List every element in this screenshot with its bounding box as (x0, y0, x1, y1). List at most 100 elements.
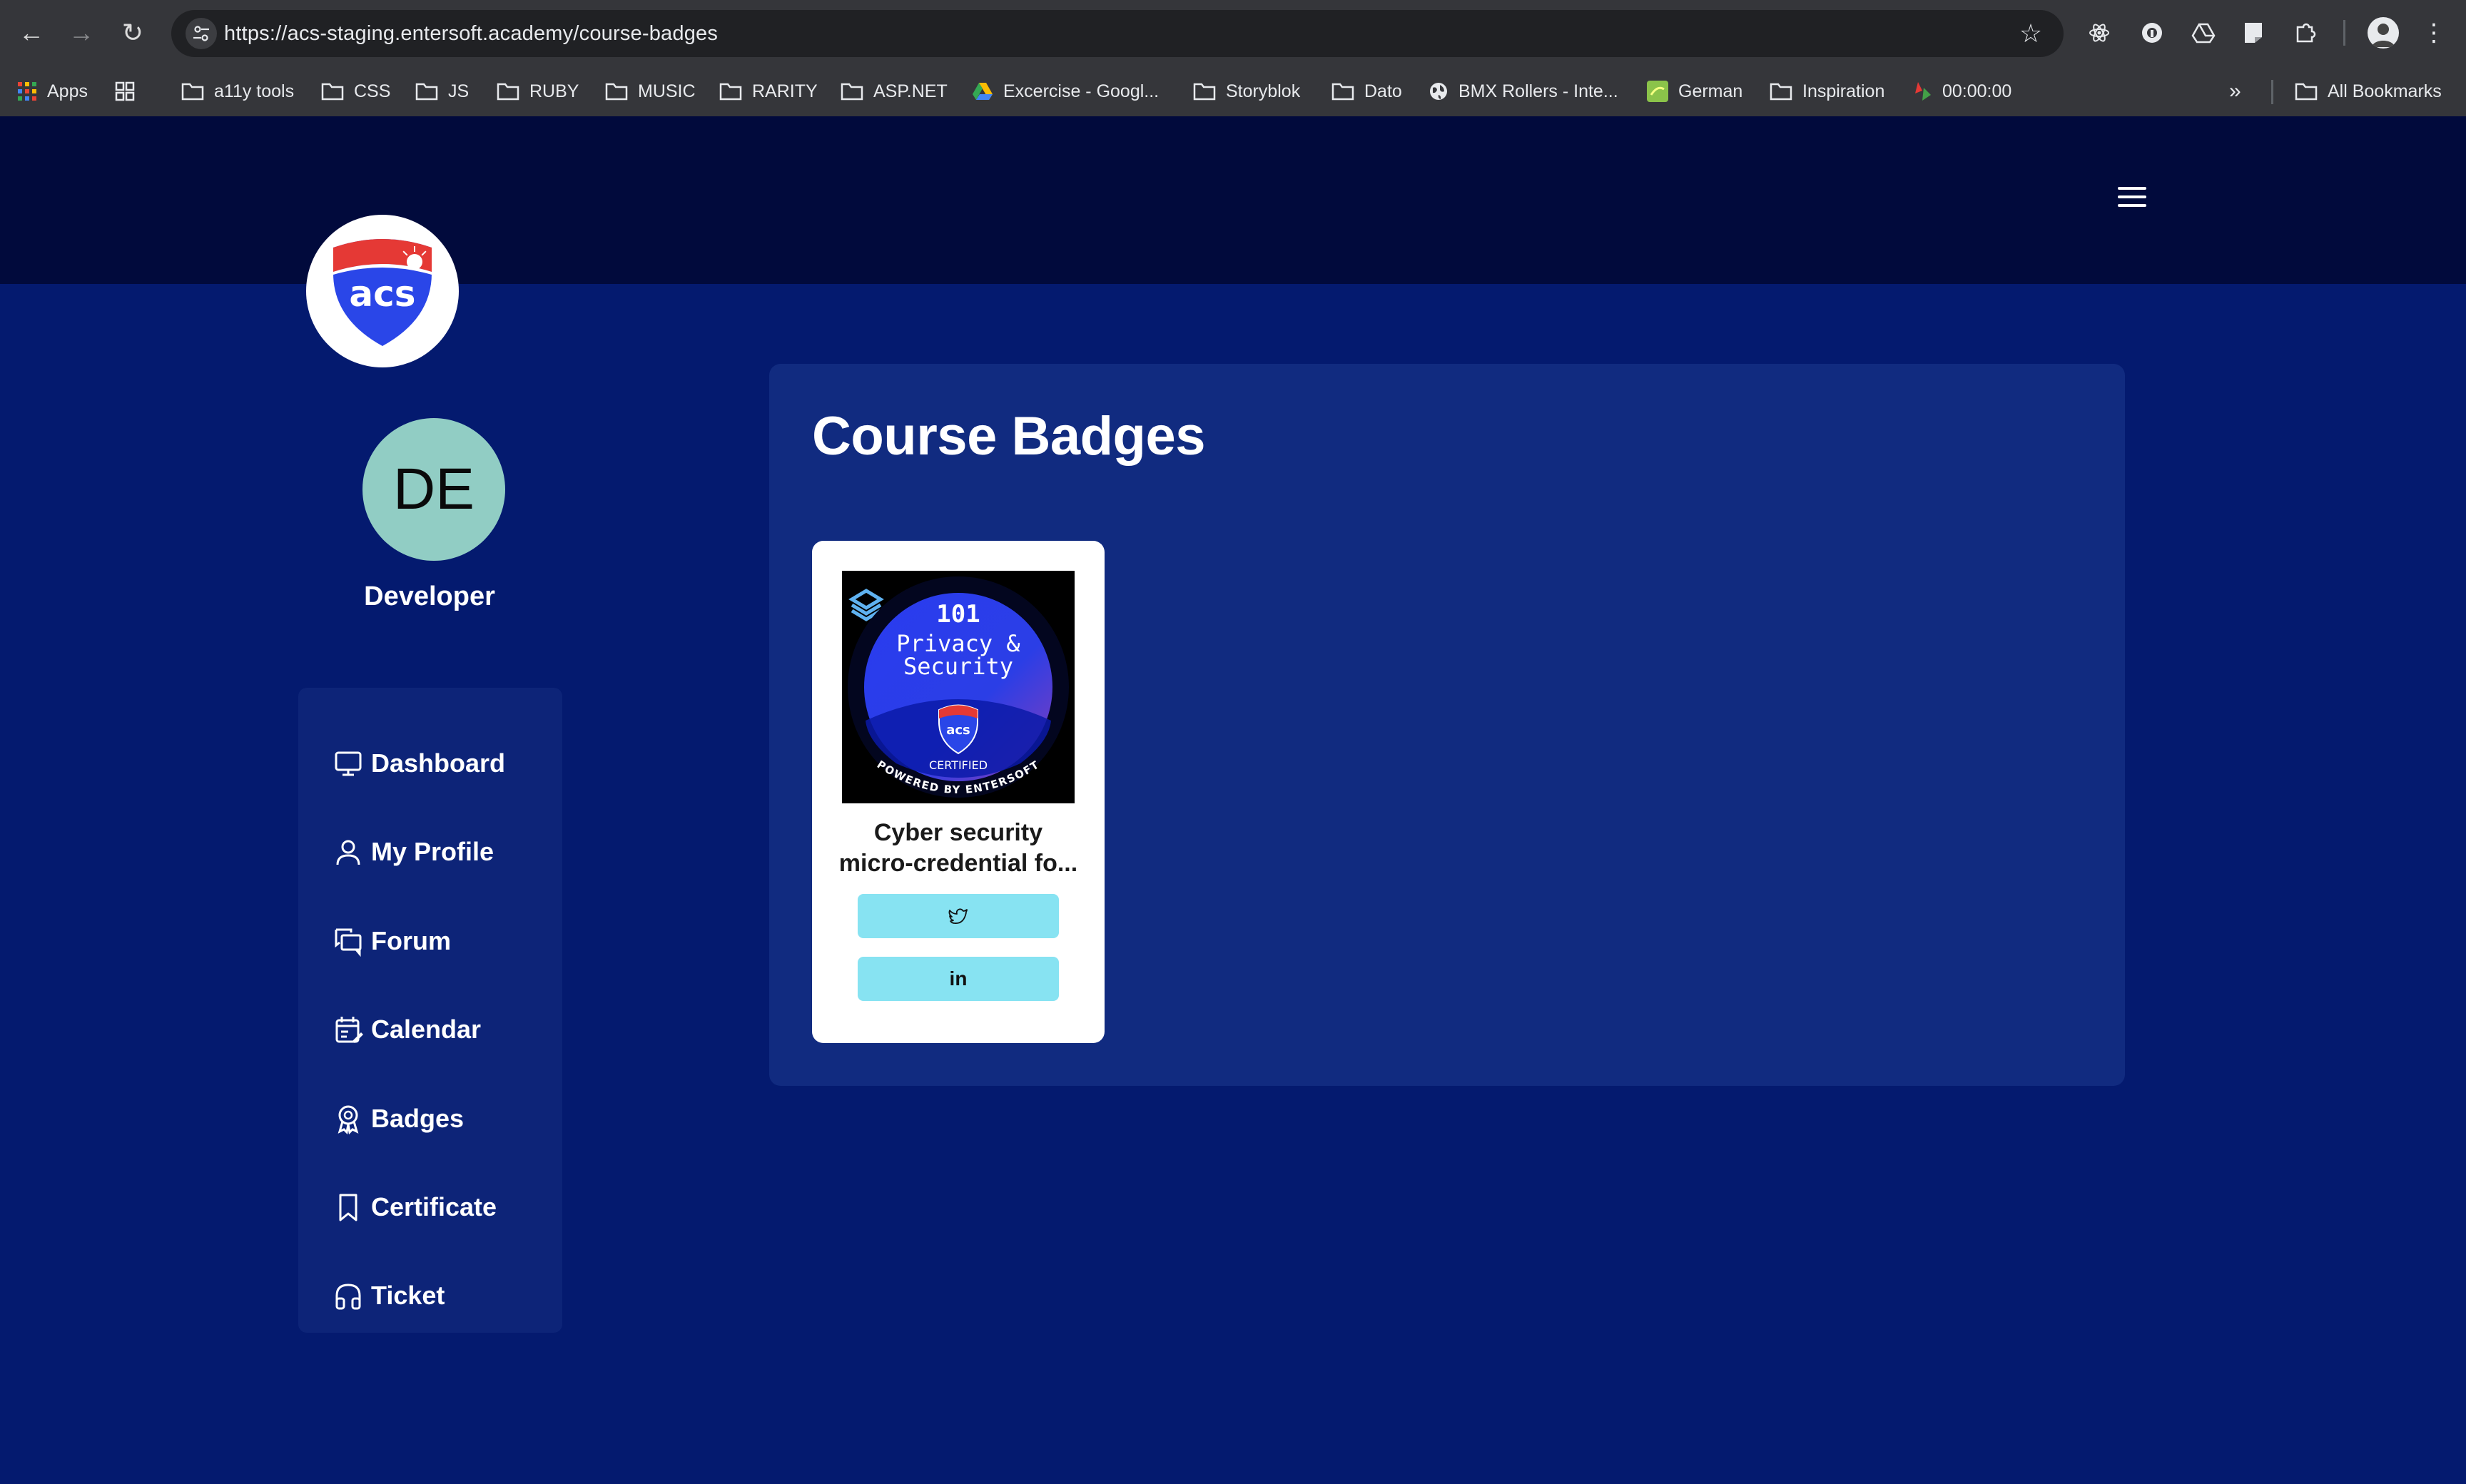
bookmark-folder-aspnet[interactable]: ASP.NET (841, 68, 948, 115)
acs-shield-icon: acs (333, 239, 432, 346)
bookmark-label: Inspiration (1802, 81, 1885, 101)
sidebar-item-badges[interactable]: Badges (333, 1099, 464, 1139)
sidebar-item-dashboard[interactable]: Dashboard (333, 743, 505, 783)
headphones-icon (335, 1284, 361, 1310)
bookmark-folder-rarity[interactable]: RARITY (719, 68, 818, 115)
bookmark-folder-css[interactable]: CSS (321, 68, 390, 115)
sidebar-item-label: My Profile (371, 837, 494, 866)
all-bookmarks-folder[interactable]: All Bookmarks (2295, 68, 2442, 115)
badge-card[interactable]: 101 Privacy & Security acs CERTIFIED POW… (812, 541, 1105, 1043)
folder-icon (841, 83, 863, 101)
bookmark-label: a11y tools (214, 81, 295, 101)
drive-extension-icon[interactable] (2188, 17, 2219, 49)
badge-image[interactable]: 101 Privacy & Security acs CERTIFIED POW… (842, 571, 1075, 803)
user-icon (336, 840, 360, 865)
badge-title: Cyber security micro-credential fo... (826, 818, 1090, 879)
award-icon (338, 1105, 359, 1134)
bookmark-excercise[interactable]: Excercise - Googl... (972, 68, 1159, 115)
notes-extension-icon[interactable] (2238, 17, 2269, 49)
browser-menu-icon[interactable]: ⋮ (2422, 16, 2446, 50)
sidebar-item-label: Certificate (371, 1192, 497, 1221)
bookmark-folder-a11y-tools[interactable]: a11y tools (181, 68, 294, 115)
address-bar[interactable]: https://acs-staging.entersoft.academy/co… (171, 10, 2064, 57)
apps-grid-icon (18, 82, 36, 101)
react-devtools-icon[interactable] (2084, 17, 2115, 49)
sidebar-item-calendar[interactable]: Calendar (333, 1010, 481, 1050)
monitor-icon (335, 751, 362, 776)
user-name: Developer (364, 581, 495, 611)
sidebar-item-my-profile[interactable]: My Profile (333, 832, 494, 872)
bookmark-folder-storyblok[interactable]: Storyblok (1193, 68, 1300, 115)
bookmark-german[interactable]: German (1647, 68, 1742, 115)
badge-title-line2: micro-credential fo... (838, 850, 1078, 877)
bookmarks-bar: Apps a11y tools CSS JS RUBY MUSIC RARITY… (0, 68, 2466, 172)
sidebar-item-label: Dashboard (371, 748, 506, 778)
bookmark-folder-js[interactable]: JS (415, 68, 469, 115)
bookmark-icon (339, 1194, 357, 1221)
bookmark-label: RUBY (529, 81, 579, 101)
forum-icon (335, 928, 362, 957)
forward-icon[interactable]: → (66, 17, 97, 49)
folder-icon (181, 83, 204, 101)
hamburger-menu-icon[interactable] (2118, 187, 2146, 210)
extensions-puzzle-icon[interactable] (2290, 17, 2322, 49)
folder-icon (1770, 83, 1792, 101)
tab-groups-icon[interactable] (114, 68, 136, 115)
timer-icon (1915, 82, 1931, 101)
badge-logo-text: acs (946, 723, 970, 738)
bookmarks-divider (2271, 80, 2273, 104)
badge-number: 101 (936, 600, 980, 629)
page-title: Course Badges (812, 406, 1206, 467)
user-avatar[interactable]: DE (362, 418, 505, 561)
url-text[interactable]: https://acs-staging.entersoft.academy/co… (224, 10, 718, 57)
toolbar-divider (2343, 20, 2345, 46)
share-linkedin-button[interactable]: in (858, 957, 1059, 1001)
address-row: ← → ↻ https://acs-staging.entersoft.acad… (0, 0, 2466, 68)
site-icon (1647, 81, 1668, 102)
browser-chrome: ← → ↻ https://acs-staging.entersoft.acad… (0, 0, 2466, 172)
bookmark-label: RARITY (752, 81, 818, 101)
folder-icon (719, 83, 742, 101)
password-manager-icon[interactable] (2136, 17, 2168, 49)
bookmark-folder-music[interactable]: MUSIC (605, 68, 696, 115)
bookmark-label: Dato (1364, 81, 1402, 101)
share-twitter-button[interactable] (858, 894, 1059, 938)
bookmark-label: ASP.NET (873, 81, 948, 101)
back-icon[interactable]: ← (16, 17, 47, 49)
folder-icon (1331, 83, 1354, 101)
bookmark-timer[interactable]: 00:00:00 (1912, 68, 2011, 115)
bookmark-label: 00:00:00 (1942, 81, 2012, 101)
reload-icon[interactable]: ↻ (117, 17, 148, 49)
bookmark-bmx-rollers[interactable]: BMX Rollers - Inte... (1429, 68, 1618, 115)
sidebar-item-label: Badges (371, 1104, 465, 1133)
bookmark-label: CSS (354, 81, 391, 101)
twitter-icon (948, 908, 968, 924)
sidebar-item-certificate[interactable]: Certificate (333, 1187, 497, 1227)
bookmark-label: All Bookmarks (2328, 81, 2442, 101)
bookmark-folder-dato[interactable]: Dato (1331, 68, 1402, 115)
bookmark-label: Apps (47, 81, 88, 101)
site-settings-icon[interactable] (186, 18, 217, 49)
more-bookmarks-chevron-icon[interactable]: » (2229, 68, 2241, 115)
browser-profile-avatar[interactable] (2368, 17, 2399, 49)
sidebar-item-label: Ticket (371, 1281, 445, 1310)
bookmark-label: MUSIC (638, 81, 696, 101)
bookmark-apps[interactable]: Apps (17, 68, 88, 115)
sidebar-item-forum[interactable]: Forum (333, 921, 451, 961)
badge-title-line1: Cyber security (873, 819, 1043, 846)
acs-logo[interactable]: acs (306, 215, 459, 367)
bookmark-label: BMX Rollers - Inte... (1458, 81, 1618, 101)
bookmark-star-icon[interactable]: ☆ (2015, 18, 2046, 49)
bookmark-label: Storyblok (1226, 81, 1301, 101)
sidebar-item-ticket[interactable]: Ticket (333, 1276, 445, 1316)
bookmark-folder-ruby[interactable]: RUBY (497, 68, 579, 115)
badge-line2: Security (903, 653, 1013, 680)
globe-icon (1430, 83, 1447, 100)
linkedin-icon: in (949, 967, 968, 990)
bookmark-label: Excercise - Googl... (1003, 81, 1160, 101)
folder-icon (1193, 83, 1216, 101)
folder-icon (605, 83, 628, 101)
bookmark-folder-inspiration[interactable]: Inspiration (1770, 68, 1884, 115)
sidebar-item-label: Forum (371, 926, 451, 955)
badge-certified: CERTIFIED (929, 758, 988, 772)
